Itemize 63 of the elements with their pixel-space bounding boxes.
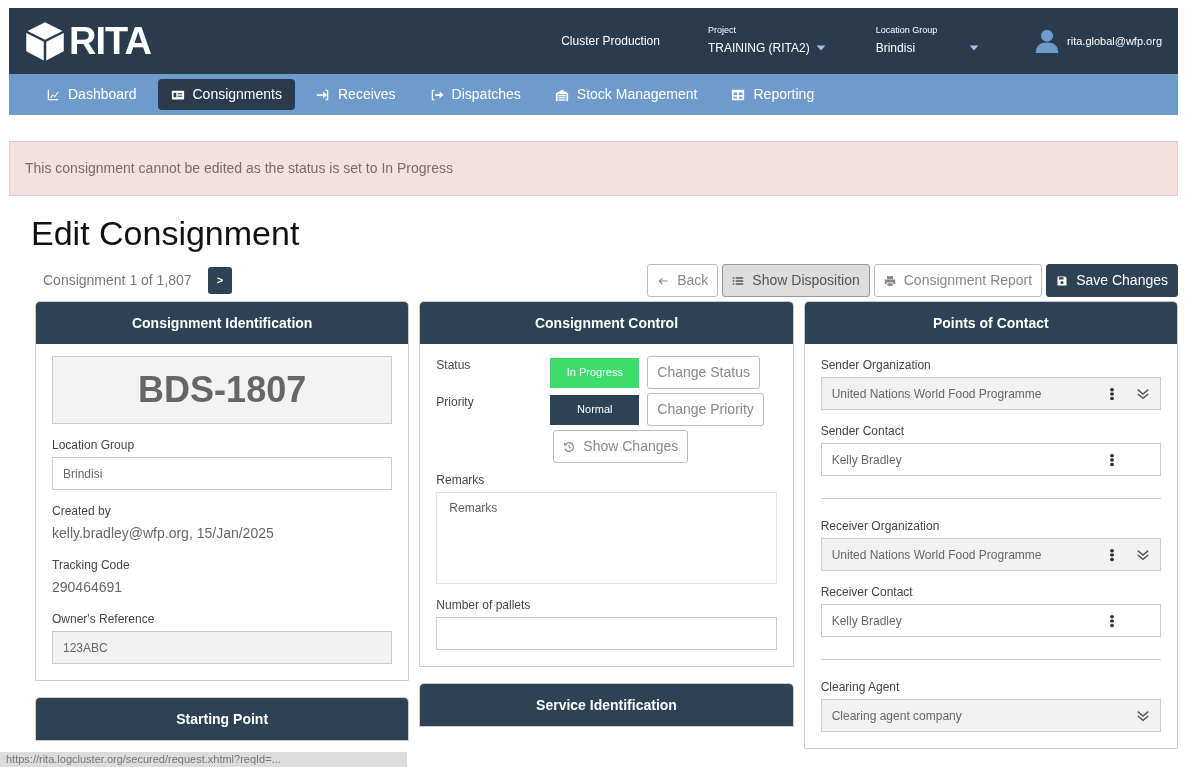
select-field[interactable]: United Nations World Food Programme [820,377,1161,410]
next-button[interactable]: > [207,267,233,294]
remarks-field[interactable]: Remarks [436,492,777,584]
field-value: Kelly Bradley [831,612,903,630]
field-value: Kelly Bradley [831,451,903,469]
lookup-field[interactable]: Kelly Bradley [820,443,1161,476]
field-value: 290464691 [52,578,124,597]
input-field[interactable]: Brindisi [52,457,393,490]
change-button[interactable]: Change Priority [647,393,764,426]
action-button[interactable]: Show Disposition [722,264,870,297]
nav-tab[interactable]: Reporting [718,79,828,110]
panel-header: Consignment Control [420,302,793,344]
field-label: Sender Organization [820,357,932,374]
user-email[interactable]: rita.global@wfp.org [1067,32,1162,50]
record-counter: Consignment 1 of 1,807 [43,271,192,290]
field-value: United Nations World Food Programme [831,546,1043,564]
panel-header: Consignment Identification [36,302,409,344]
status-badge: Normal [550,394,640,425]
nav-tab[interactable]: Stock Management [541,79,711,110]
input-field: 123ABC [52,631,393,664]
nav-tab[interactable]: Receives [303,79,409,110]
lookup-field[interactable]: Kelly Bradley [820,604,1161,637]
alert-message: This consignment cannot be edited as the status is set to In Progress [9,141,1178,196]
change-button[interactable]: Change Status [647,356,760,389]
field-label: Tracking Code [52,557,131,574]
action-button[interactable]: Save Changes [1046,264,1178,297]
field-label: Sender Contact [820,423,906,440]
location-dropdown[interactable]: Brindisi [875,38,982,57]
dropdown-value: TRAINING (RITA2) [707,39,810,57]
field-label: Number of pallets [436,597,532,614]
dropdown-value: Brindisi [875,39,916,57]
project-dropdown[interactable]: TRAINING (RITA2) [707,38,828,57]
nav-tab[interactable]: Dispatches [416,79,534,110]
nav-tab[interactable]: Dashboard [33,79,150,110]
field-value: United Nations World Food Programme [831,385,1043,403]
field-label: Created by [52,503,112,520]
field-label: Clearing Agent [820,679,901,696]
field-label: Priority [436,394,475,411]
select-field[interactable]: United Nations World Food Programme [820,538,1161,571]
field-label: Receiver Organization [820,518,941,535]
field-label: Receiver Contact [820,584,914,601]
field-value: kelly.bradley@wfp.org, 15/Jan/2025 [52,524,275,543]
panel-header: Starting Point [36,698,409,740]
field-value: Clearing agent company [831,707,963,725]
consignment-code: BDS-1807 [52,356,393,424]
field-label: Project [707,25,737,35]
select-field[interactable]: Clearing agent company [820,699,1161,732]
page-title: Edit Consignment [31,216,301,250]
nav-tab[interactable]: Consignments [157,79,295,110]
panel-header: Service Identification [420,684,793,726]
field-label: Status [436,357,472,374]
field-label: Remarks [436,472,486,489]
show-changes-button[interactable]: Show Changes [553,430,689,463]
panel-header: Points of Contact [804,302,1177,344]
action-button[interactable]: Consignment Report [873,264,1043,297]
status-badge: In Progress [550,357,640,388]
field-label: Location Group [52,437,136,454]
field-label: Location Group [875,25,939,35]
action-button[interactable]: Back [647,264,719,297]
cluster-link[interactable]: Cluster Production [561,32,660,50]
field-label: Owner's Reference [52,611,156,628]
logo-text: RITA [69,22,151,60]
status-url: https://rita.logcluster.org/secured/request.xhtml?reqId=... [0,752,407,767]
